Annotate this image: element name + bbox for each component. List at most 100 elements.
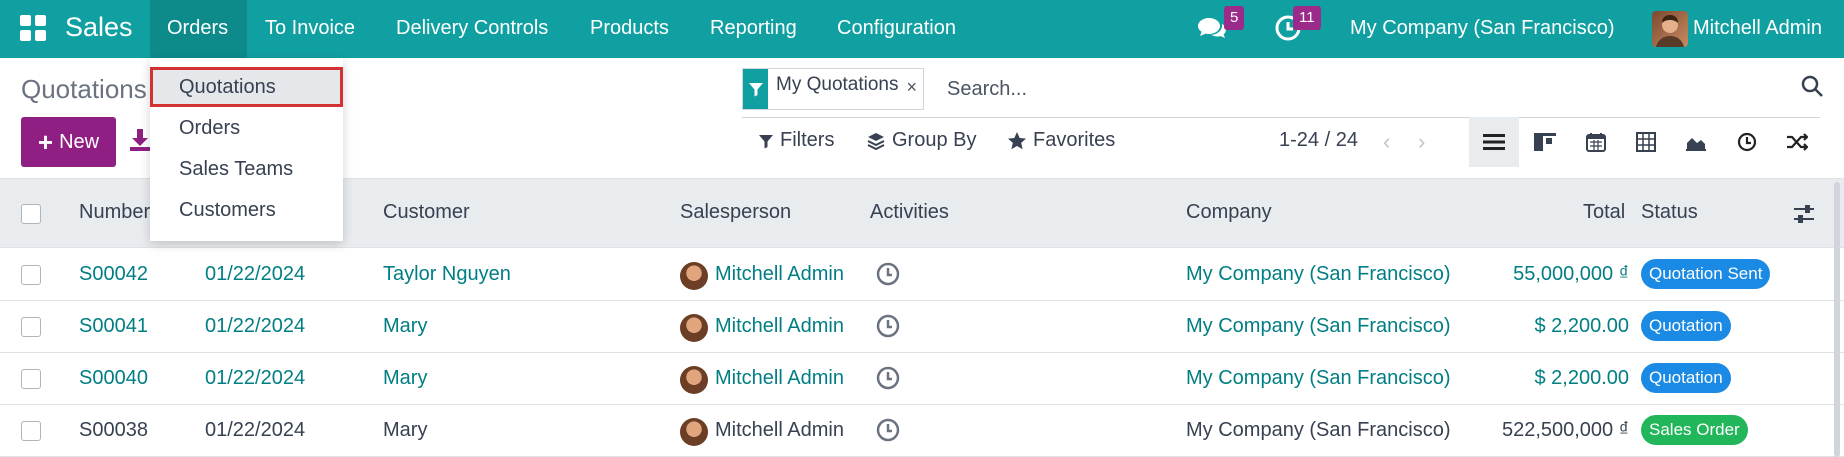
status-badge: Quotation: [1641, 363, 1731, 393]
user-menu[interactable]: Mitchell Admin: [1693, 17, 1822, 40]
order-total: $ 2,200.00: [1534, 315, 1629, 337]
layers-icon: [867, 132, 885, 150]
nav-configuration[interactable]: Configuration: [837, 17, 956, 40]
order-number[interactable]: S00040: [79, 367, 148, 390]
new-button-label: New: [59, 130, 100, 153]
order-date[interactable]: 01/22/2024: [205, 263, 305, 286]
activity-view-button[interactable]: [1722, 117, 1772, 167]
order-date[interactable]: 01/22/2024: [205, 367, 305, 390]
table-row[interactable]: S00040 01/22/2024 Mary Mitchell Admin My Com…: [0, 353, 1844, 405]
salesperson-name[interactable]: Mitchell Admin: [715, 367, 844, 390]
column-number[interactable]: Number: [79, 201, 150, 224]
scrollbar[interactable]: [1834, 182, 1840, 457]
search-facet[interactable]: My Quotations ×: [742, 68, 925, 110]
calendar-view-button[interactable]: [1571, 117, 1621, 167]
apps-menu-icon[interactable]: [20, 15, 46, 41]
filter-icon: [743, 69, 768, 109]
pivot-view-button[interactable]: [1621, 117, 1671, 167]
row-checkbox[interactable]: [21, 265, 41, 285]
facet-label: My Quotations: [776, 74, 899, 95]
activity-clock-icon[interactable]: [875, 313, 901, 339]
pager-value[interactable]: 1-24 / 24: [1279, 129, 1358, 152]
kanban-view-button[interactable]: [1520, 117, 1570, 167]
new-button[interactable]: + New: [21, 117, 116, 167]
activity-clock-icon[interactable]: [875, 365, 901, 391]
download-icon[interactable]: [129, 128, 151, 152]
company-switcher[interactable]: My Company (San Francisco): [1350, 17, 1615, 40]
order-number[interactable]: S00041: [79, 315, 148, 338]
company-name[interactable]: My Company (San Francisco): [1186, 263, 1451, 286]
salesperson-name[interactable]: Mitchell Admin: [715, 263, 844, 286]
table-row[interactable]: S00042 01/22/2024 Taylor Nguyen Mitchell Ad…: [0, 249, 1844, 301]
user-avatar[interactable]: [1652, 11, 1688, 47]
salesperson-name[interactable]: Mitchell Admin: [715, 315, 844, 338]
salesperson-avatar: [680, 262, 708, 290]
column-activities[interactable]: Activities: [870, 201, 949, 224]
search-icon[interactable]: [1800, 74, 1824, 98]
menu-item-customers[interactable]: Customers: [179, 199, 276, 222]
menu-item-quotations[interactable]: Quotations: [179, 76, 276, 99]
order-number[interactable]: S00042: [79, 263, 148, 286]
search-input[interactable]: [947, 78, 1747, 101]
select-all-checkbox[interactable]: [21, 204, 41, 224]
menu-item-orders[interactable]: Orders: [179, 117, 240, 140]
group-by-button[interactable]: Group By: [866, 129, 976, 152]
column-total[interactable]: Total: [1583, 201, 1625, 224]
nav-delivery-controls[interactable]: Delivery Controls: [396, 17, 548, 40]
column-customer[interactable]: Customer: [383, 201, 470, 224]
nav-reporting[interactable]: Reporting: [710, 17, 797, 40]
pager-next-icon[interactable]: ›: [1418, 129, 1425, 155]
app-name[interactable]: Sales: [65, 12, 133, 43]
table-row[interactable]: S00038 01/22/2024 Mary Mitchell Admin My Com…: [0, 405, 1844, 457]
filter-icon: [759, 134, 773, 148]
area-chart-icon: [1686, 138, 1706, 151]
messages-icon[interactable]: [1197, 16, 1227, 42]
pager-previous-icon[interactable]: ‹: [1383, 129, 1390, 155]
column-salesperson[interactable]: Salesperson: [680, 201, 791, 224]
column-company[interactable]: Company: [1186, 201, 1272, 224]
activity-clock-icon[interactable]: [875, 261, 901, 287]
salesperson-avatar: [680, 366, 708, 394]
customer-name[interactable]: Mary: [383, 367, 427, 390]
status-badge: Quotation Sent: [1641, 259, 1771, 289]
nav-orders[interactable]: Orders: [167, 17, 228, 40]
facet-remove-icon[interactable]: ×: [907, 69, 924, 109]
nav-to-invoice[interactable]: To Invoice: [265, 17, 355, 40]
order-number[interactable]: S00038: [79, 419, 148, 442]
filters-label: Filters: [780, 129, 835, 151]
customer-name[interactable]: Mary: [383, 419, 427, 442]
calendar-icon: [1586, 133, 1606, 152]
salesperson-avatar: [680, 418, 708, 446]
salesperson-name[interactable]: Mitchell Admin: [715, 419, 844, 442]
filters-button[interactable]: Filters: [758, 129, 834, 152]
optional-columns-icon[interactable]: [1793, 203, 1815, 225]
row-checkbox[interactable]: [21, 317, 41, 337]
status-badge: Sales Order: [1641, 415, 1748, 445]
random-view-button[interactable]: [1772, 117, 1822, 167]
clock-icon: [1737, 132, 1757, 152]
row-checkbox[interactable]: [21, 369, 41, 389]
salesperson-avatar: [680, 314, 708, 342]
graph-view-button[interactable]: [1671, 117, 1721, 167]
nav-products[interactable]: Products: [590, 17, 669, 40]
customer-name[interactable]: Taylor Nguyen: [383, 263, 511, 286]
order-date[interactable]: 01/22/2024: [205, 315, 305, 338]
customer-name[interactable]: Mary: [383, 315, 427, 338]
menu-item-sales-teams[interactable]: Sales Teams: [179, 158, 293, 181]
messages-badge: 5: [1224, 6, 1245, 30]
company-name[interactable]: My Company (San Francisco): [1186, 315, 1451, 338]
table-row[interactable]: S00041 01/22/2024 Mary Mitchell Admin My Com…: [0, 301, 1844, 353]
activity-clock-icon[interactable]: [875, 417, 901, 443]
column-status[interactable]: Status: [1641, 201, 1698, 224]
favorites-button[interactable]: Favorites: [1007, 129, 1115, 152]
order-total: 522,500,000 ₫: [1501, 419, 1629, 441]
list-icon: [1483, 134, 1505, 150]
top-navbar: Sales Orders To Invoice Delivery Control…: [0, 0, 1844, 58]
company-name[interactable]: My Company (San Francisco): [1186, 419, 1451, 442]
company-name[interactable]: My Company (San Francisco): [1186, 367, 1451, 390]
group-by-label: Group By: [892, 129, 977, 151]
list-view-button[interactable]: [1469, 117, 1519, 167]
order-date[interactable]: 01/22/2024: [205, 419, 305, 442]
star-icon: [1008, 131, 1026, 149]
row-checkbox[interactable]: [21, 421, 41, 441]
